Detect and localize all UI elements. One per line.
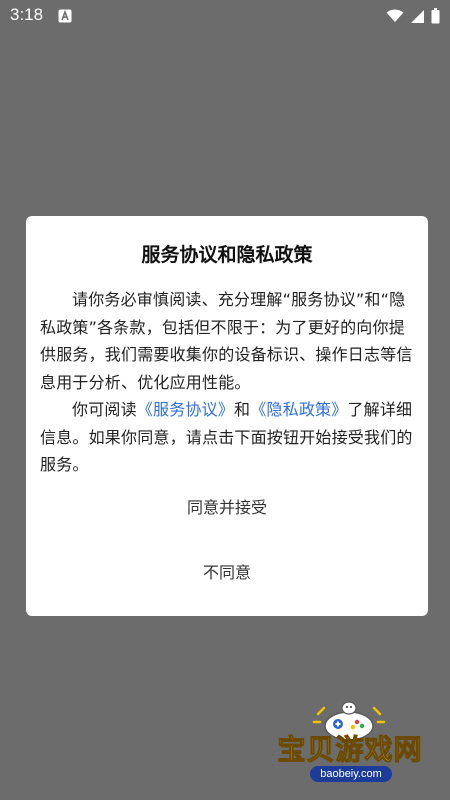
dialog-title: 服务协议和隐私政策 — [141, 244, 313, 266]
status-time: 3:18 — [10, 5, 44, 24]
watermark-text: 宝贝游戏网 — [277, 733, 423, 767]
dialog-paragraph-1: 请你务必审慎阅读、充分理解“服务协议”和“隐私政策”各条款，包括但不限于：为了更… — [40, 290, 413, 392]
watermark: 宝贝游戏网 baobeiy.com — [270, 700, 430, 788]
status-icons — [386, 7, 440, 25]
dialog-body: 请你务必审慎阅读、充分理解“服务协议”和“隐私政策”各条款，包括但不限于：为了更… — [40, 286, 416, 479]
notification-a-icon — [58, 8, 72, 23]
screen: 3:18 服务协议和隐私政策 请你务必审慎阅读、充分理解“服务协议”和“隐私政策… — [0, 0, 450, 800]
status-bar: 3:18 — [0, 0, 450, 32]
battery-icon — [431, 8, 440, 24]
wifi-icon — [386, 9, 404, 23]
disagree-button[interactable]: 不同意 — [26, 553, 428, 593]
service-agreement-link[interactable]: 《服务协议》 — [137, 400, 234, 419]
agree-button[interactable]: 同意并接受 — [26, 488, 428, 528]
privacy-policy-link[interactable]: 《隐私政策》 — [250, 400, 347, 419]
dialog-paragraph-2: 你可阅读《服务协议》和《隐私政策》了解详细信息。如果你同意，请点击下面按钮开始接… — [40, 396, 416, 479]
paragraph-2-text-a: 你可阅读 — [72, 400, 137, 419]
watermark-url: baobeiy.com — [310, 766, 392, 782]
signal-icon — [410, 9, 425, 24]
paragraph-2-text-b: 和 — [234, 400, 251, 419]
privacy-dialog: 服务协议和隐私政策 请你务必审慎阅读、充分理解“服务协议”和“隐私政策”各条款，… — [26, 216, 428, 616]
